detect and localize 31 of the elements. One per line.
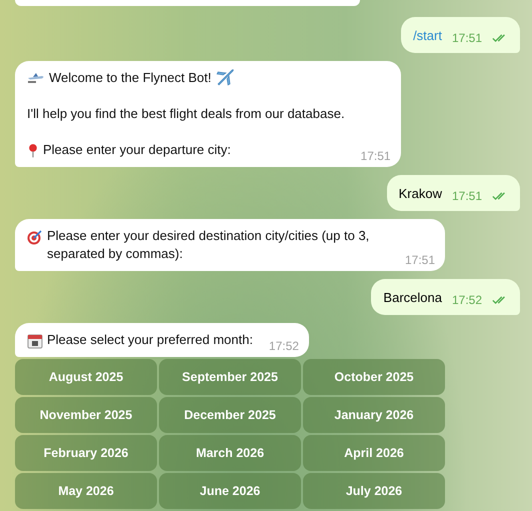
month-button[interactable]: March 2026 (159, 435, 301, 471)
month-button[interactable]: December 2025 (159, 397, 301, 433)
message-text: Please enter your departure city: (43, 141, 231, 159)
month-button[interactable]: June 2026 (159, 473, 301, 509)
message-text: I'll help you find the best flight deals from our database. (27, 105, 345, 123)
message-time: 17:52 (268, 339, 299, 353)
month-button[interactable]: January 2026 (303, 397, 445, 433)
airplane-icon (215, 67, 236, 87)
message-text: Please select your preferred month: (47, 331, 253, 349)
pin-icon (27, 143, 39, 158)
calendar-icon (27, 333, 43, 349)
message-time: 17:51 (452, 189, 482, 203)
month-button[interactable]: July 2026 (303, 473, 445, 509)
message-text: Krakow (398, 186, 442, 200)
month-button[interactable]: November 2025 (15, 397, 157, 433)
month-button[interactable]: February 2026 (15, 435, 157, 471)
airplane-icon (27, 71, 45, 85)
message-text: Please enter your desired destination city/cities (up to 3, separated by commas): (47, 227, 370, 263)
month-button[interactable]: August 2025 (15, 359, 157, 395)
month-button[interactable]: April 2026 (303, 435, 445, 471)
message-time: 17:51 (404, 253, 435, 267)
message-time: 17:51 (452, 31, 482, 45)
target-icon (27, 229, 43, 245)
message-time: 17:52 (452, 293, 482, 307)
month-button[interactable]: October 2025 (303, 359, 445, 395)
month-button[interactable]: May 2026 (15, 473, 157, 509)
message-text: Welcome to the Flynect Bot! (49, 69, 212, 87)
command-link[interactable]: /start (413, 28, 442, 42)
message-text: Barcelona (383, 290, 442, 304)
month-button[interactable]: September 2025 (159, 359, 301, 395)
message-time: 17:51 (360, 149, 391, 163)
